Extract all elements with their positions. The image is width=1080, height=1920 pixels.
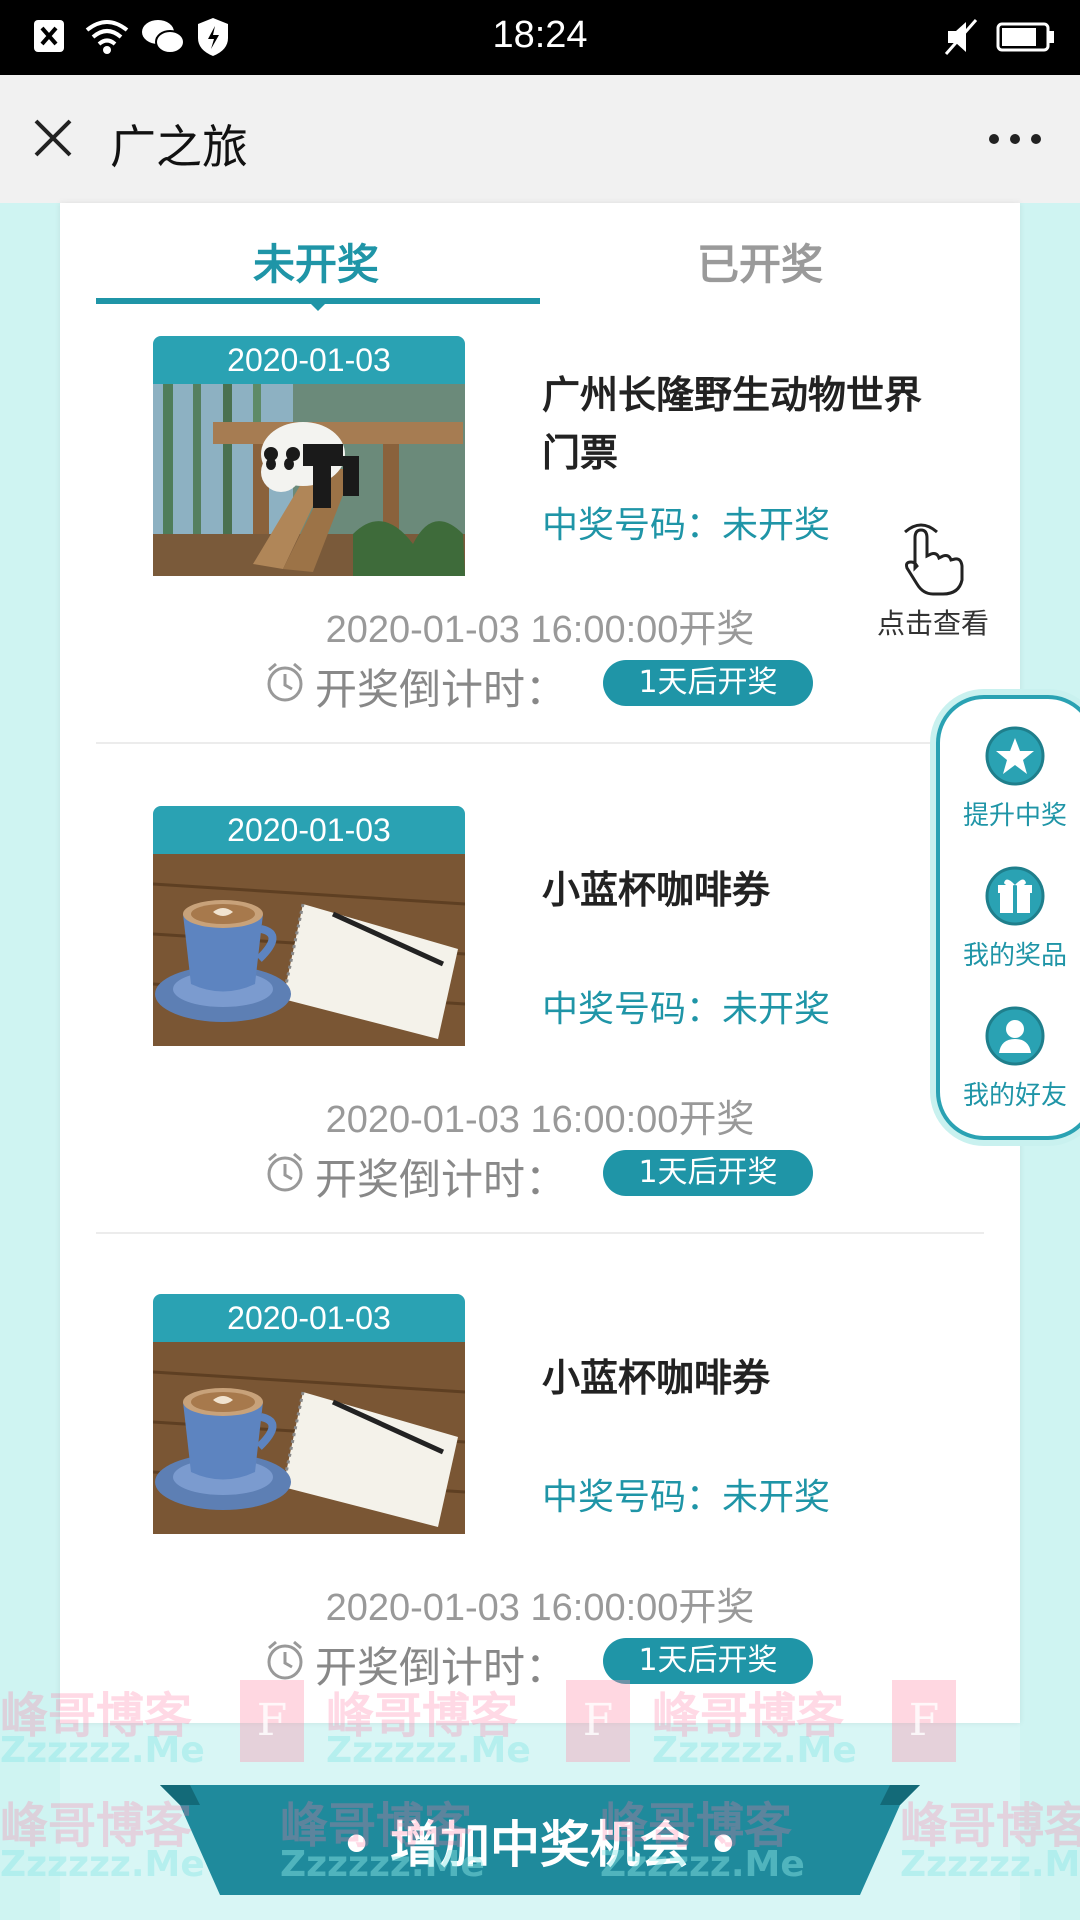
- countdown-badge: 1天后开奖: [603, 660, 813, 706]
- countdown-badge: 1天后开奖: [603, 1150, 813, 1196]
- countdown-label: 开奖倒计时：: [315, 665, 568, 714]
- close-icon[interactable]: [30, 115, 76, 161]
- prize-code: 中奖号码：未开奖: [542, 505, 831, 546]
- watermark-sub: Zzzzzz.Me: [0, 1730, 205, 1771]
- prize-date-tag: 2020-01-03: [153, 336, 465, 384]
- gift-icon: [985, 866, 1045, 926]
- prize-code: 中奖号码：未开奖: [542, 1477, 831, 1518]
- panda-image: [153, 384, 465, 576]
- watermark-logo: F: [892, 1680, 956, 1762]
- prize-code: 中奖号码：未开奖: [542, 989, 831, 1030]
- page-title: 广之旅: [110, 120, 248, 174]
- prize-thumbnail: 2020-01-03: [153, 806, 465, 1046]
- add-chance-label: • 增加中奖机会 •: [340, 1816, 740, 1874]
- user-icon: [985, 1006, 1045, 1066]
- prize-name: 小蓝杯咖啡券: [542, 1356, 771, 1400]
- prize-thumbnail: 2020-01-03: [153, 336, 465, 576]
- side-item-label: 提升中奖: [962, 801, 1067, 831]
- mute-icon: [944, 19, 978, 55]
- countdown-label: 开奖倒计时：: [315, 1643, 568, 1692]
- coffee-image: [153, 854, 465, 1046]
- more-icon[interactable]: [988, 133, 1042, 145]
- prize-name: 广州长隆野生动物世界门票: [542, 373, 923, 475]
- prize-date-tag: 2020-01-03: [153, 806, 465, 854]
- alarm-clock-icon: [267, 662, 303, 702]
- tab-caret: [310, 303, 326, 311]
- clock-time: 18:24: [492, 14, 588, 56]
- tap-hint-label: 点击查看: [876, 607, 989, 640]
- draw-time: 2020-01-03 16:00:00开奖: [325, 1587, 755, 1629]
- background-left: [0, 203, 60, 1920]
- watermark-sub: Zzzzzz.Me: [652, 1730, 857, 1771]
- battery-icon: [996, 22, 1054, 52]
- prize-thumbnail: 2020-01-03: [153, 1294, 465, 1534]
- watermark-logo: F: [240, 1680, 304, 1762]
- tap-to-view-hint[interactable]: 点击查看: [868, 518, 998, 642]
- hand-pointer-icon: [904, 523, 964, 596]
- watermark-sub: Zzzzzz.Me: [900, 1844, 1080, 1885]
- countdown-label: 开奖倒计时：: [315, 1155, 568, 1204]
- watermark-sub: Zzzzzz.Me: [280, 1844, 485, 1885]
- prize-name: 小蓝杯咖啡券: [542, 868, 771, 912]
- tabs: 未开奖 已开奖: [60, 203, 1020, 333]
- prize-item[interactable]: 2020-01-03 小蓝杯咖啡券 中奖号码：未开奖 2020-01-03 16…: [60, 1294, 1020, 1723]
- divider: [96, 1232, 984, 1234]
- status-bar: 18:24: [0, 0, 1080, 75]
- star-icon: [985, 726, 1045, 786]
- side-item-boost[interactable]: 提升中奖: [940, 725, 1080, 832]
- coffee-image: [153, 1342, 465, 1534]
- watermark-sub: Zzzzzz.Me: [0, 1844, 205, 1885]
- nav-bar: 广之旅: [0, 75, 1080, 203]
- side-item-label: 我的好友: [962, 1081, 1067, 1111]
- prize-date-tag: 2020-01-03: [153, 1294, 465, 1342]
- prize-list-card: 未开奖 已开奖 2020-01-03 广州长隆野生动物世界门票 中奖号码：未开奖…: [60, 203, 1020, 1723]
- side-item-my-friends[interactable]: 我的好友: [940, 1005, 1080, 1112]
- watermark-logo: F: [566, 1680, 630, 1762]
- countdown-badge: 1天后开奖: [603, 1638, 813, 1684]
- divider: [96, 742, 984, 744]
- draw-time: 2020-01-03 16:00:00开奖: [325, 1099, 755, 1141]
- tab-drawn[interactable]: 已开奖: [540, 231, 980, 292]
- add-chance-button[interactable]: • 增加中奖机会 •: [160, 1785, 920, 1895]
- prize-item[interactable]: 2020-01-03 小蓝杯咖啡券 中奖号码：未开奖 2020-01-03 16…: [60, 806, 1020, 1296]
- alarm-clock-icon: [267, 1152, 303, 1192]
- tab-not-drawn[interactable]: 未开奖: [96, 231, 536, 292]
- watermark-sub: Zzzzzz.Me: [600, 1844, 805, 1885]
- side-panel: 提升中奖 我的奖品 我的好友: [936, 695, 1080, 1140]
- side-item-label: 我的奖品: [962, 941, 1067, 971]
- alarm-clock-icon: [267, 1640, 303, 1680]
- side-item-my-prizes[interactable]: 我的奖品: [940, 865, 1080, 972]
- watermark-sub: Zzzzzz.Me: [326, 1730, 531, 1771]
